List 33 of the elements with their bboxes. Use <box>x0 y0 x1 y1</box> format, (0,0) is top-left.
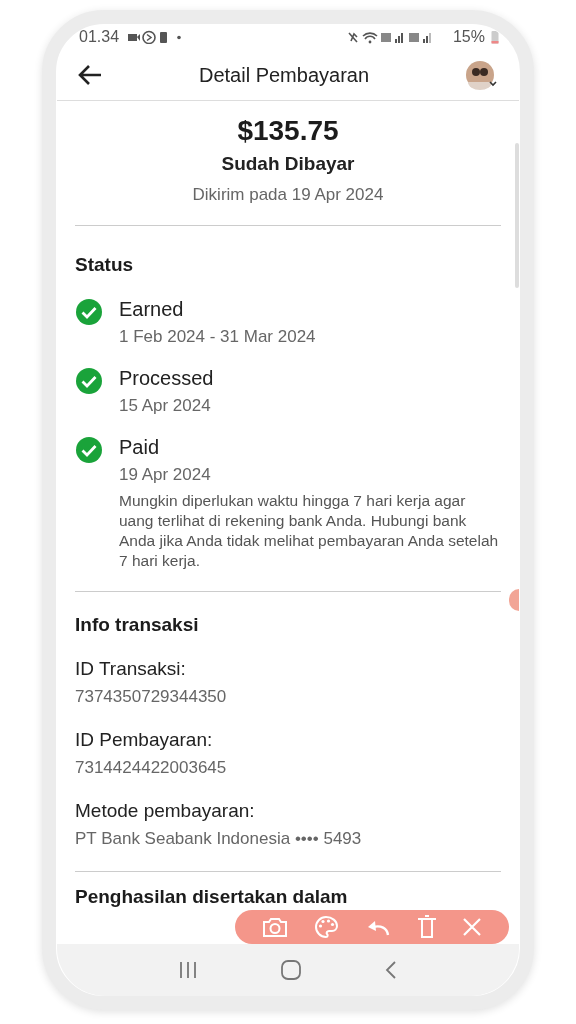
status-time: 01.34 <box>79 28 120 46</box>
trash-icon[interactable] <box>417 915 438 939</box>
field-label: ID Pembayaran: <box>75 729 214 751</box>
field-value: PT Bank Seabank Indonesia •••• 5493 <box>75 829 363 849</box>
sent-date: Dikirim pada 19 Apr 2024 <box>191 185 385 205</box>
step-date: 1 Feb 2024 - 31 Mar 2024 <box>119 327 316 347</box>
section-title: Status <box>75 254 135 276</box>
field-value: 7374350729344350 <box>75 687 228 707</box>
battery-icon <box>491 30 499 44</box>
step-note: Mungkin diperlukan waktu hingga 7 hari kerja agar uang terlihat di rekening bank Anda. Hubungi bank Anda jika Anda tidak melihat pembayaran Anda setelah 7 hari kerja. <box>119 491 500 571</box>
camera-icon[interactable] <box>261 916 288 938</box>
home-icon[interactable] <box>280 959 302 981</box>
payment-status: Sudah Dibayar <box>220 153 356 175</box>
step-date: 15 Apr 2024 <box>119 396 212 416</box>
profile-avatar-icon[interactable] <box>465 60 499 90</box>
field-label: Metode pembayaran: <box>75 800 256 822</box>
back-icon[interactable] <box>384 960 398 980</box>
payment-amount: $135.75 <box>236 115 340 147</box>
field-value: 7314424422003645 <box>75 758 228 778</box>
palette-icon[interactable] <box>312 915 339 939</box>
step-label: Paid <box>119 436 161 459</box>
section-title: Info transaksi <box>75 614 200 636</box>
notification-icons <box>127 30 184 44</box>
field-label: ID Transaksi: <box>75 658 187 680</box>
recent-apps-icon[interactable] <box>178 961 198 979</box>
section-title: Penghasilan disertakan dalam <box>75 886 349 908</box>
page-title: Detail Pembayaran <box>197 63 371 87</box>
battery-percent: 15% <box>452 28 485 46</box>
step-label: Processed <box>119 367 214 390</box>
close-icon[interactable] <box>462 917 483 937</box>
step-label: Earned <box>119 298 185 321</box>
back-arrow-icon[interactable] <box>77 64 103 86</box>
step-date: 19 Apr 2024 <box>119 465 212 485</box>
